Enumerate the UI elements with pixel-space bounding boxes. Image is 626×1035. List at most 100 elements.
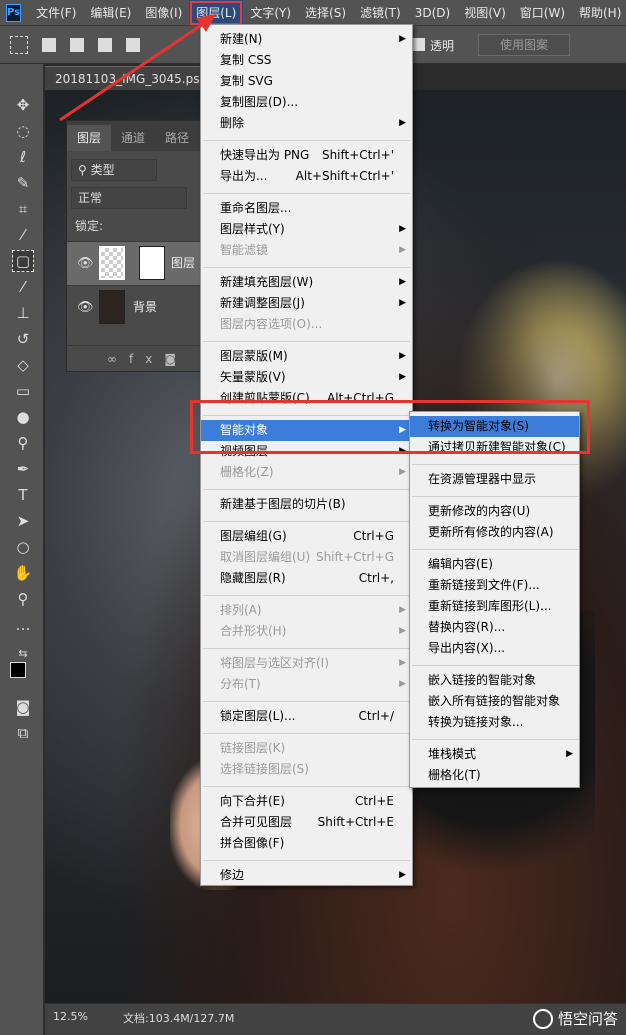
path-select-tool-icon[interactable]: ➤ xyxy=(12,510,34,532)
menu-item[interactable]: 图层内容选项(O)... xyxy=(201,314,412,335)
menu-item[interactable]: 图层编组(G) Ctrl+G xyxy=(201,526,412,547)
menu-item[interactable]: 智能滤镜 ▶ xyxy=(201,240,412,261)
add-selection-icon[interactable] xyxy=(70,37,84,52)
pen-tool-icon[interactable]: ✒ xyxy=(12,458,34,480)
menu-image[interactable]: 图像(I) xyxy=(138,0,189,26)
menu-item[interactable]: 重新链接到库图形(L)... xyxy=(410,596,579,617)
menu-item[interactable]: 栅格化(Z) ▶ xyxy=(201,462,412,483)
menu-item[interactable]: 新建基于图层的切片(B) xyxy=(201,494,412,515)
quick-mask-icon[interactable]: ◙ xyxy=(12,696,34,718)
marquee-preset-icon[interactable] xyxy=(10,35,28,54)
layer-name[interactable]: 图层 xyxy=(171,254,195,271)
menu-item[interactable]: 矢量蒙版(V) ▶ xyxy=(201,367,412,388)
crop-tool-icon[interactable]: ⌗ xyxy=(12,198,34,220)
mask-icon[interactable]: ◙ xyxy=(164,352,188,366)
new-selection-icon[interactable] xyxy=(42,37,56,52)
menu-edit[interactable]: 编辑(E) xyxy=(83,0,138,26)
menu-item[interactable]: 修边 ▶ xyxy=(201,865,412,886)
menu-item[interactable]: 更新所有修改的内容(A) xyxy=(410,522,579,543)
menu-item[interactable]: 合并可见图层 Shift+Ctrl+E xyxy=(201,812,412,833)
menu-type[interactable]: 文字(Y) xyxy=(243,0,298,26)
hand-tool-icon[interactable]: ✋ xyxy=(12,562,34,584)
document-tab[interactable]: 20181103_IMG_3045.psd xyxy=(45,66,217,90)
menu-item[interactable]: 将图层与选区对齐(I) ▶ xyxy=(201,653,412,674)
menu-item[interactable]: 栅格化(T) xyxy=(410,765,579,786)
menu-item[interactable]: 堆栈模式 ▶ xyxy=(410,744,579,765)
use-pattern-button[interactable]: 使用图案 xyxy=(478,34,570,56)
brush-tool-icon[interactable]: ⁄ xyxy=(12,276,34,298)
patch-tool-icon[interactable]: ▢ xyxy=(12,250,34,272)
menu-item[interactable]: 图层蒙版(M) ▶ xyxy=(201,346,412,367)
layer-row[interactable]: 👁 图层 xyxy=(67,241,207,285)
menu-item[interactable]: 取消图层编组(U) Shift+Ctrl+G xyxy=(201,547,412,568)
gradient-tool-icon[interactable]: ▭ xyxy=(12,380,34,402)
menu-item[interactable]: 图层样式(Y) ▶ xyxy=(201,219,412,240)
menu-item[interactable]: 在资源管理器中显示 xyxy=(410,469,579,490)
menu-item[interactable]: 嵌入链接的智能对象 xyxy=(410,670,579,691)
layer-filter-select[interactable]: ⚲ 类型 xyxy=(71,159,157,181)
stamp-tool-icon[interactable]: ⊥ xyxy=(12,302,34,324)
menu-item[interactable]: 删除 ▶ xyxy=(201,113,412,134)
menu-item[interactable]: 编辑内容(E) xyxy=(410,554,579,575)
menu-help[interactable]: 帮助(H) xyxy=(572,0,626,26)
screen-mode-icon[interactable]: ⧉ xyxy=(12,722,34,744)
menu-item[interactable]: 重命名图层... xyxy=(201,198,412,219)
layer-name[interactable]: 背景 xyxy=(133,298,157,315)
menu-item[interactable]: 更新修改的内容(U) xyxy=(410,501,579,522)
menu-item[interactable]: 分布(T) ▶ xyxy=(201,674,412,695)
menu-window[interactable]: 窗口(W) xyxy=(513,0,572,26)
ellipse-tool-icon[interactable]: ○ xyxy=(12,536,34,558)
menu-select[interactable]: 选择(S) xyxy=(298,0,353,26)
subtract-selection-icon[interactable] xyxy=(98,37,112,52)
menu-item[interactable]: 转换为链接对象... xyxy=(410,712,579,733)
menu-item[interactable]: 复制 SVG xyxy=(201,71,412,92)
menu-view[interactable]: 视图(V) xyxy=(457,0,513,26)
fx-icon[interactable]: fx xyxy=(129,352,164,366)
menu-filter[interactable]: 滤镜(T) xyxy=(353,0,408,26)
dodge-tool-icon[interactable]: ⚲ xyxy=(12,432,34,454)
menu-item[interactable]: 导出为... Alt+Shift+Ctrl+' xyxy=(201,166,412,187)
menu-item[interactable]: 替换内容(R)... xyxy=(410,617,579,638)
layer-row[interactable]: 👁 背景 xyxy=(67,285,207,329)
blend-mode-select[interactable]: 正常 xyxy=(71,187,187,209)
lasso-tool-icon[interactable]: ℓ xyxy=(12,146,34,168)
menu-item[interactable]: 新建填充图层(W) ▶ xyxy=(201,272,412,293)
menu-item[interactable]: 新建(N) ▶ xyxy=(201,29,412,50)
menu-item[interactable]: 快速导出为 PNG Shift+Ctrl+' xyxy=(201,145,412,166)
menu-item[interactable]: 链接图层(K) xyxy=(201,738,412,759)
foreground-color-swatch[interactable] xyxy=(10,662,26,678)
zoom-level[interactable]: 12.5% xyxy=(53,1010,88,1023)
transparent-checkbox[interactable] xyxy=(412,38,425,51)
tab-channels[interactable]: 通道 xyxy=(111,125,155,151)
menu-layer[interactable]: 图层(L) xyxy=(189,0,244,26)
tab-paths[interactable]: 路径 xyxy=(155,125,199,151)
menu-item[interactable]: 选择链接图层(S) xyxy=(201,759,412,780)
menu-item[interactable]: 导出内容(X)... xyxy=(410,638,579,659)
history-brush-tool-icon[interactable]: ↺ xyxy=(12,328,34,350)
menu-file[interactable]: 文件(F) xyxy=(29,0,83,26)
menu-item[interactable]: 合并形状(H) ▶ xyxy=(201,621,412,642)
menu-item[interactable]: 新建调整图层(J) ▶ xyxy=(201,293,412,314)
menu-item[interactable]: 复制图层(D)... xyxy=(201,92,412,113)
menu-item[interactable]: 重新链接到文件(F)... xyxy=(410,575,579,596)
eraser-tool-icon[interactable]: ◇ xyxy=(12,354,34,376)
visibility-eye-icon[interactable]: 👁 xyxy=(77,256,94,271)
menu-item[interactable]: 拼合图像(F) xyxy=(201,833,412,854)
tab-layers[interactable]: 图层 xyxy=(67,125,112,151)
menu-item[interactable]: 锁定图层(L)... Ctrl+/ xyxy=(201,706,412,727)
menu-item[interactable]: 复制 CSS xyxy=(201,50,412,71)
zoom-tool-icon[interactable]: ⚲ xyxy=(12,588,34,610)
menu-item[interactable]: 排列(A) ▶ xyxy=(201,600,412,621)
menu-item[interactable]: 嵌入所有链接的智能对象 xyxy=(410,691,579,712)
type-tool-icon[interactable]: T xyxy=(12,484,34,506)
move-tool-icon[interactable]: ✥ xyxy=(12,94,34,116)
blur-tool-icon[interactable]: ● xyxy=(12,406,34,428)
marquee-tool-icon[interactable]: ◌ xyxy=(12,120,34,142)
link-icon[interactable]: ∞ xyxy=(107,352,129,366)
menu-3d[interactable]: 3D(D) xyxy=(408,0,457,26)
eyedropper-tool-icon[interactable]: ⁄ xyxy=(12,224,34,246)
intersect-selection-icon[interactable] xyxy=(126,37,140,52)
more-tools-icon[interactable]: … xyxy=(12,614,34,636)
visibility-eye-icon[interactable]: 👁 xyxy=(77,300,94,315)
menu-item[interactable]: 向下合并(E) Ctrl+E xyxy=(201,791,412,812)
